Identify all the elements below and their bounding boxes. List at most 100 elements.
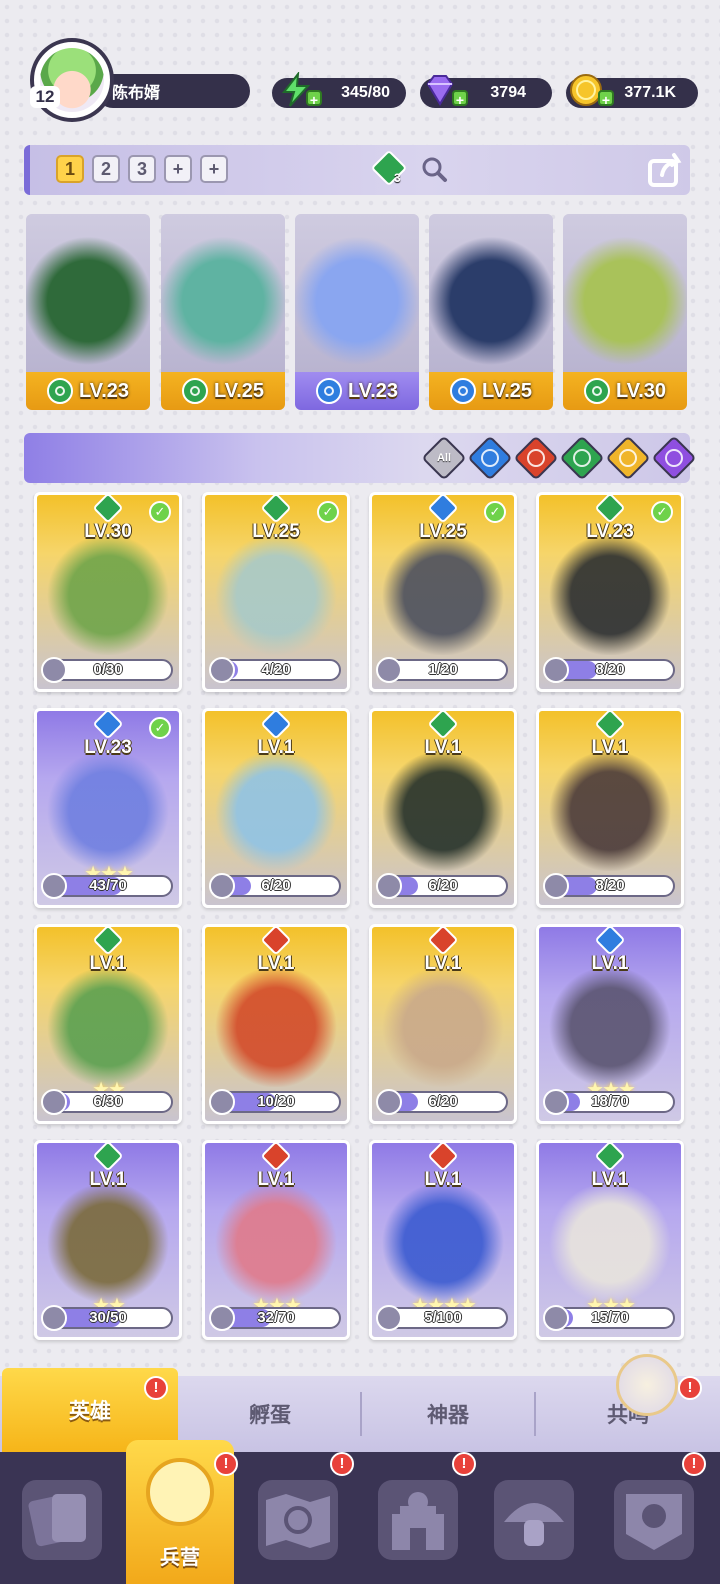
tab-artifacts[interactable]: 神器 — [362, 1376, 534, 1452]
hero-portrait — [213, 1183, 339, 1303]
element-icon — [594, 495, 626, 524]
energy-plus-button[interactable]: + — [306, 90, 322, 108]
gold-plus-button[interactable]: + — [598, 90, 614, 108]
avatar[interactable] — [30, 38, 114, 122]
team-hero-card[interactable]: LV.25 — [161, 214, 285, 410]
shard-progress-bar: 6/20 — [376, 1089, 508, 1115]
share-icon[interactable] — [646, 151, 686, 189]
hero-card[interactable]: ✓ LV.25 4/20 — [202, 492, 350, 692]
filter-dark-button[interactable] — [651, 435, 697, 481]
element-icon — [583, 378, 610, 404]
shard-progress-text: 4/20 — [261, 661, 291, 678]
nav-castle-button[interactable] — [378, 1480, 458, 1560]
filter-light-button[interactable] — [605, 435, 651, 481]
shard-progress-text: 30/50 — [89, 1309, 127, 1326]
hero-level: LV.1 — [591, 953, 629, 974]
tab-resonance-alert-badge: ! — [678, 1376, 702, 1400]
energy-display[interactable]: + 345/80 — [272, 72, 406, 108]
hero-level: LV.23 — [84, 737, 132, 758]
team-hero-level: LV.23 — [78, 379, 130, 402]
hero-portrait — [380, 967, 506, 1087]
shard-progress-text: 8/20 — [595, 661, 625, 678]
filter-water-button[interactable] — [467, 435, 513, 481]
hero-card[interactable]: ✓ LV.23 ★★★ 43/70 — [34, 708, 182, 908]
hero-level: LV.25 — [419, 521, 467, 542]
shard-progress-text: 18/70 — [591, 1093, 629, 1110]
hero-portrait — [26, 214, 150, 372]
shard-progress-text: 6/30 — [93, 1093, 123, 1110]
hero-level: LV.25 — [252, 521, 300, 542]
team-hero-level: LV.23 — [347, 379, 399, 402]
nav-guild-alert-badge: ! — [682, 1452, 706, 1476]
hero-portrait — [45, 751, 171, 871]
hero-card[interactable]: LV.1 ★★★★ 5/100 — [369, 1140, 517, 1340]
hero-card[interactable]: ✓ LV.30 0/30 — [34, 492, 182, 692]
hero-portrait — [161, 214, 285, 372]
nature-element-icon — [573, 449, 591, 467]
filter-nature-button[interactable] — [559, 435, 605, 481]
team-slot-add-2[interactable]: + — [200, 155, 228, 183]
team-slot-add-1[interactable]: + — [164, 155, 192, 183]
hero-level: LV.1 — [591, 737, 629, 758]
team-element-icon — [370, 149, 408, 187]
element-icon — [594, 927, 626, 956]
team-slot-1[interactable]: 1 — [56, 155, 84, 183]
element-icon — [260, 1143, 292, 1172]
gold-display[interactable]: + 377.1K — [566, 74, 698, 108]
team-hero-level: LV.30 — [615, 379, 667, 402]
hero-portrait — [295, 214, 419, 372]
shard-progress-bar: 6/20 — [376, 873, 508, 899]
nav-cards-button[interactable] — [22, 1480, 102, 1560]
hero-card[interactable]: LV.1 ★★★ 15/70 — [536, 1140, 684, 1340]
hero-card[interactable]: LV.1 10/20 — [202, 924, 350, 1124]
hero-card[interactable]: ✓ LV.23 8/20 — [536, 492, 684, 692]
team-selector-bar: 1 2 3 + + 3 — [24, 145, 690, 195]
filter-all-button[interactable]: All — [421, 435, 467, 481]
gems-plus-button[interactable]: + — [452, 90, 468, 108]
filter-fire-button[interactable] — [513, 435, 559, 481]
nav-mushroom-button[interactable] — [494, 1480, 574, 1560]
element-icon — [92, 1143, 124, 1172]
hero-level: LV.1 — [591, 1169, 629, 1190]
element-icon — [92, 927, 124, 956]
hero-level: LV.1 — [257, 737, 295, 758]
shard-progress-bar: 0/30 — [41, 657, 173, 683]
element-icon — [92, 711, 124, 740]
floating-event-button[interactable] — [616, 1354, 678, 1416]
team-hero-level-bar: LV.30 — [563, 372, 687, 410]
light-element-icon — [619, 449, 637, 467]
team-count-badge: 3 — [394, 171, 401, 185]
in-team-check-icon: ✓ — [484, 501, 506, 523]
mushroom-icon — [504, 1503, 564, 1546]
nav-guild-button[interactable] — [614, 1480, 694, 1560]
team-hero-card[interactable]: LV.23 — [26, 214, 150, 410]
shard-progress-bar: 8/20 — [543, 657, 675, 683]
hero-card[interactable]: LV.1 8/20 — [536, 708, 684, 908]
team-slot-2[interactable]: 2 — [92, 155, 120, 183]
search-icon[interactable] — [420, 155, 448, 183]
hero-card[interactable]: LV.1 ★★★ 32/70 — [202, 1140, 350, 1340]
player-name-pill[interactable]: 陈布婿 — [96, 74, 250, 108]
hero-card[interactable]: LV.1 ★★★ 18/70 — [536, 924, 684, 1124]
hero-card[interactable]: LV.1 6/20 — [202, 708, 350, 908]
nav-map-button[interactable] — [258, 1480, 338, 1560]
hero-portrait — [213, 751, 339, 871]
hero-card[interactable]: ✓ LV.25 1/20 — [369, 492, 517, 692]
tab-heroes-label: 英雄 — [69, 1400, 111, 1423]
gems-display[interactable]: + 3794 — [420, 75, 552, 108]
team-slot-3[interactable]: 3 — [128, 155, 156, 183]
hero-card[interactable]: LV.1 ★★ 30/50 — [34, 1140, 182, 1340]
hero-level: LV.1 — [257, 953, 295, 974]
hero-card[interactable]: LV.1 6/20 — [369, 924, 517, 1124]
shard-progress-bar: 8/20 — [543, 873, 675, 899]
team-hero-card[interactable]: LV.30 — [563, 214, 687, 410]
element-icon — [427, 711, 459, 740]
hero-card[interactable]: LV.1 ★★ 6/30 — [34, 924, 182, 1124]
element-icon — [260, 495, 292, 524]
shard-progress-bar: 43/70 — [41, 873, 173, 899]
element-icon — [260, 927, 292, 956]
guild-icon — [626, 1494, 682, 1550]
hero-card[interactable]: LV.1 6/20 — [369, 708, 517, 908]
team-hero-card[interactable]: LV.25 — [429, 214, 553, 410]
team-hero-card[interactable]: LV.23 — [295, 214, 419, 410]
